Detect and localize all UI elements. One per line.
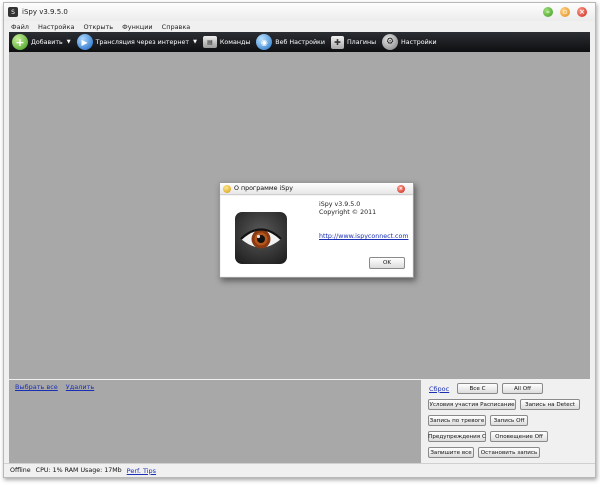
connection-status: Offline xyxy=(10,467,31,474)
web-settings-button-label: Веб Настройки xyxy=(275,38,325,46)
close-icon[interactable]: × xyxy=(397,185,405,193)
ispy-logo xyxy=(235,212,287,264)
menu-item-functions[interactable]: Функции xyxy=(122,23,153,31)
about-dialog-icon xyxy=(223,184,231,193)
broadcast-button[interactable]: ▶ Трансляция через интернет ▼ xyxy=(76,34,197,50)
add-icon: + xyxy=(12,34,28,50)
website-link[interactable]: http://www.ispyconnect.com xyxy=(319,233,408,240)
status-bar: Offline CPU: 1% RAM Usage: 17Mb Perf. Ti… xyxy=(4,463,595,477)
all-off-button[interactable]: All Off xyxy=(502,383,543,394)
about-version: iSpy v3.9.5.0 xyxy=(319,201,361,208)
ok-button[interactable]: OK xyxy=(369,257,405,269)
globe-icon: ◉ xyxy=(256,34,273,50)
window-title: iSpy v3.9.5.0 xyxy=(22,8,68,16)
about-copyright: Copyright © 2011 xyxy=(319,209,377,216)
about-dialog-body: iSpy v3.9.5.0 Copyright © 2011 http://ww… xyxy=(221,196,412,276)
chevron-down-icon: ▼ xyxy=(66,39,71,45)
close-icon[interactable]: × xyxy=(577,7,587,17)
menu-item-help[interactable]: Справка xyxy=(162,23,191,31)
menu-item-open[interactable]: Открыть xyxy=(83,23,113,31)
commands-icon: ▤ xyxy=(202,36,217,48)
record-on-alert-button[interactable]: Запись по тревоге xyxy=(428,415,486,426)
title-bar: S iSpy v3.9.5.0 – ▫ × xyxy=(4,3,595,21)
menu-bar: Файл Настройка Открыть Функции Справка xyxy=(4,21,595,32)
schedule-button[interactable]: Условия участия Расписание xyxy=(428,399,516,410)
add-button[interactable]: + Добавить ▼ xyxy=(12,34,71,50)
record-off-button[interactable]: Запись Off xyxy=(490,415,528,426)
plugins-button[interactable]: ✚ Плагины xyxy=(330,35,377,49)
menu-item-file[interactable]: Файл xyxy=(11,23,29,31)
stop-recording-button[interactable]: Остановить запись xyxy=(478,447,540,458)
about-dialog: О программе iSpy × iSpy v3.9.5.0 Copyrig… xyxy=(219,182,414,278)
alerts-on-button[interactable]: Предупреждения С xyxy=(428,431,486,442)
commands-button[interactable]: ▤ Команды xyxy=(202,36,251,48)
maximize-icon[interactable]: ▫ xyxy=(560,7,570,17)
resource-usage: CPU: 1% RAM Usage: 17Mb xyxy=(35,467,122,474)
about-dialog-titlebar: О программе iSpy xyxy=(220,183,413,195)
broadcast-button-label: Трансляция через интернет xyxy=(95,38,190,46)
puzzle-icon: ✚ xyxy=(330,35,344,49)
eye-icon xyxy=(240,228,282,249)
window-controls: – ▫ × xyxy=(543,7,587,17)
chevron-down-icon: ▼ xyxy=(193,39,197,45)
broadcast-icon: ▶ xyxy=(76,34,93,50)
reset-link[interactable]: Сброс xyxy=(429,385,453,393)
delete-link[interactable]: Удалить xyxy=(66,383,94,391)
all-on-button[interactable]: Все С xyxy=(457,383,498,394)
plugins-button-label: Плагины xyxy=(346,38,377,46)
record-on-detect-button[interactable]: Запись на Detect xyxy=(520,399,580,410)
menu-item-settings[interactable]: Настройка xyxy=(38,23,74,31)
settings-button-label: Настройки xyxy=(401,38,437,46)
alerts-off-button[interactable]: Оповещение Off xyxy=(490,431,548,442)
gear-icon: ⚙ xyxy=(382,34,399,50)
web-settings-button[interactable]: ◉ Веб Настройки xyxy=(256,34,325,50)
record-all-button[interactable]: Запишите все xyxy=(428,447,474,458)
object-list-panel: Выбрать все Удалить xyxy=(9,380,421,465)
settings-button[interactable]: ⚙ Настройки xyxy=(382,34,437,50)
app-icon: S xyxy=(8,7,18,17)
perf-tips-link[interactable]: Perf. Tips xyxy=(127,467,156,475)
commands-button-label: Команды xyxy=(219,38,251,46)
toolbar: + Добавить ▼ ▶ Трансляция через интернет… xyxy=(9,32,590,52)
minimize-icon[interactable]: – xyxy=(543,7,553,17)
control-panel: Сброс Все С All Off Условия участия Расп… xyxy=(424,380,591,465)
select-all-link[interactable]: Выбрать все xyxy=(15,383,58,391)
about-dialog-title: О программе iSpy xyxy=(234,185,293,192)
add-button-label: Добавить xyxy=(31,38,63,46)
